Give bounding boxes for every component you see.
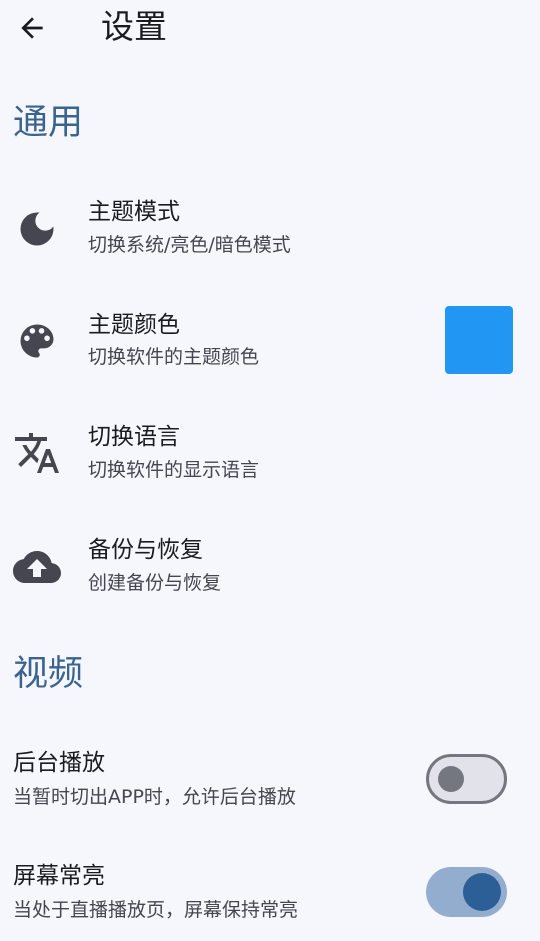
keep-screen-on-toggle[interactable] xyxy=(426,867,507,917)
theme-color-swatch[interactable] xyxy=(445,306,513,374)
cloud-upload-icon xyxy=(13,543,61,591)
translate-icon xyxy=(13,429,61,477)
setting-subtitle: 创建备份与恢复 xyxy=(88,572,222,594)
setting-subtitle: 切换系统/亮色/暗色模式 xyxy=(88,234,291,256)
arrow-back-icon xyxy=(21,17,43,39)
setting-backup-restore[interactable]: 备份与恢复 创建备份与恢复 xyxy=(0,529,540,613)
palette-icon xyxy=(13,317,61,365)
section-header-general: 通用 xyxy=(13,103,84,143)
setting-theme-mode[interactable]: 主题模式 切换系统/亮色/暗色模式 xyxy=(0,190,540,274)
back-button[interactable] xyxy=(12,8,52,48)
dark-mode-moon-icon xyxy=(13,205,61,253)
section-header-video: 视频 xyxy=(13,654,84,694)
setting-title: 后台播放 xyxy=(13,750,105,776)
setting-subtitle: 切换软件的显示语言 xyxy=(88,459,260,481)
setting-title: 切换语言 xyxy=(88,424,180,450)
setting-title: 备份与恢复 xyxy=(88,537,203,563)
setting-language[interactable]: 切换语言 切换软件的显示语言 xyxy=(0,416,540,500)
setting-title: 屏幕常亮 xyxy=(13,863,105,889)
switch-thumb xyxy=(438,766,464,792)
setting-subtitle: 当处于直播播放页，屏幕保持常亮 xyxy=(13,899,299,921)
background-play-toggle[interactable] xyxy=(426,754,507,804)
app-bar: 设置 xyxy=(0,0,540,58)
setting-title: 主题颜色 xyxy=(88,312,180,338)
setting-keep-screen-on[interactable]: 屏幕常亮 当处于直播播放页，屏幕保持常亮 xyxy=(0,855,540,941)
setting-background-play[interactable]: 后台播放 当暂时切出APP时，允许后台播放 xyxy=(0,742,540,832)
setting-subtitle: 切换软件的主题颜色 xyxy=(88,346,260,368)
page-title: 设置 xyxy=(101,7,167,46)
setting-title: 主题模式 xyxy=(88,199,180,225)
switch-thumb xyxy=(463,873,501,911)
setting-subtitle: 当暂时切出APP时，允许后台播放 xyxy=(13,786,296,808)
setting-theme-color[interactable]: 主题颜色 切换软件的主题颜色 xyxy=(0,303,540,387)
